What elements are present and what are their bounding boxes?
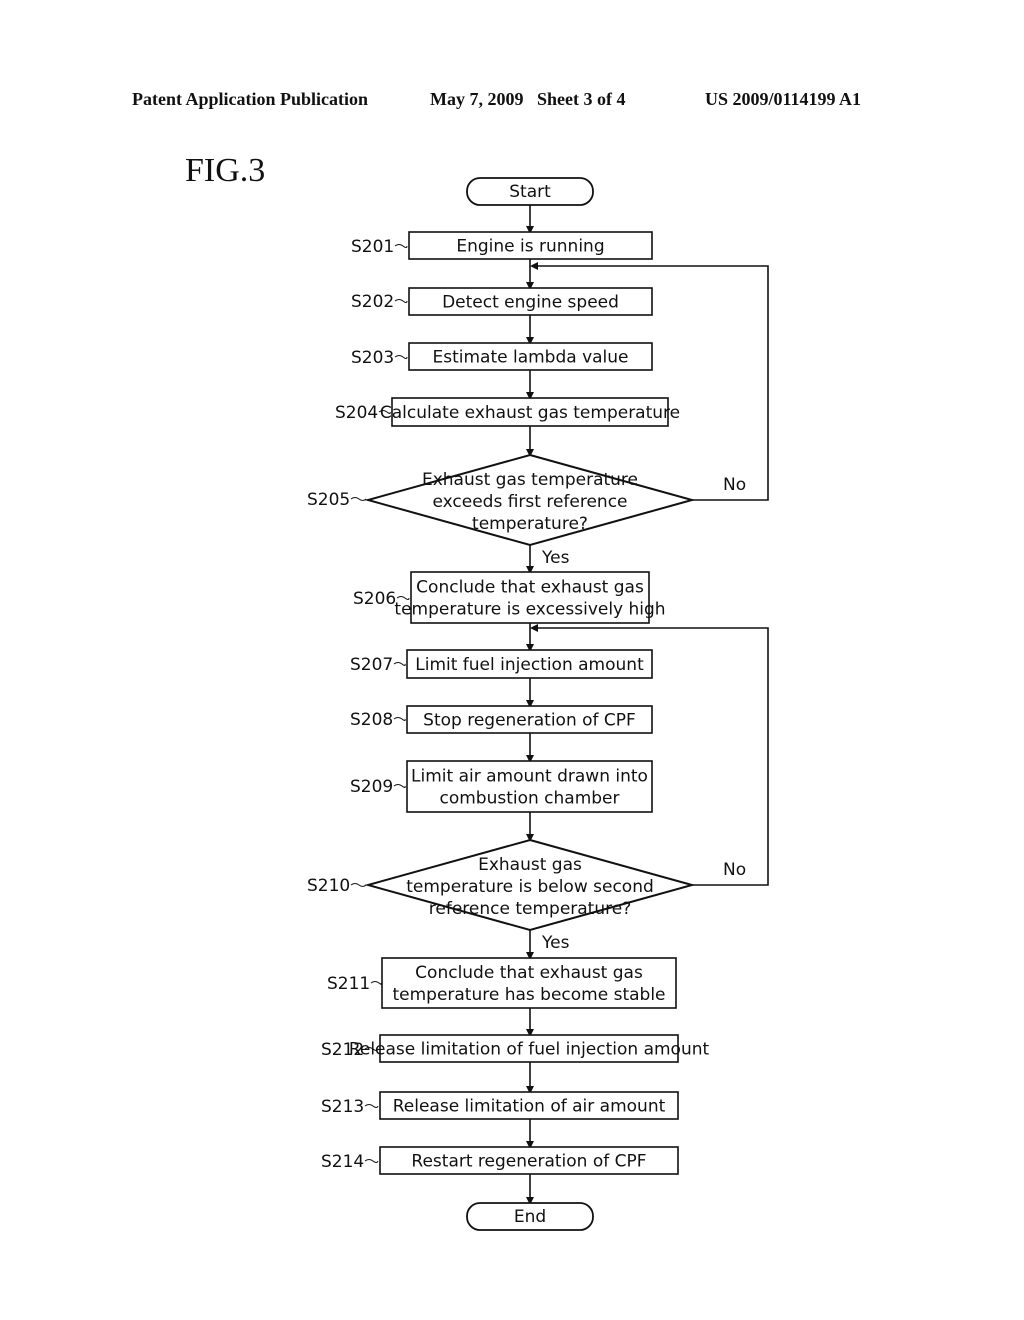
process-text: temperature is excessively high: [394, 600, 665, 620]
leader-line: [350, 497, 367, 501]
process-text: Calculate exhaust gas temperature: [380, 403, 680, 423]
step-id-label: S209: [350, 777, 393, 797]
flowchart: Start Engine is running S201 Detect engine …: [307, 177, 769, 1231]
no-label: No: [723, 860, 746, 880]
start-terminal-label: Start: [509, 182, 551, 202]
process-text: Conclude that exhaust gas: [416, 578, 644, 598]
process-text: combustion chamber: [439, 789, 619, 809]
decision-text: Exhaust gas: [478, 855, 582, 875]
leader-line: [394, 244, 408, 248]
leader-line: [393, 717, 406, 721]
step-id-label: S202: [351, 292, 394, 312]
leader-line: [394, 355, 408, 359]
step-id-label: S207: [350, 655, 393, 675]
decision-text: Exhaust gas temperature: [422, 470, 638, 490]
step-id-label: S211: [327, 974, 370, 994]
process-text: Engine is running: [456, 237, 604, 257]
step-id-label: S204: [335, 403, 378, 423]
step-id-label: S210: [307, 876, 350, 896]
process-text: Estimate lambda value: [432, 348, 628, 368]
leader-line: [393, 784, 406, 788]
step-id-label: S203: [351, 348, 394, 368]
process-text: Limit air amount drawn into: [411, 767, 648, 787]
yes-label: Yes: [541, 548, 570, 568]
step-id-label: S206: [353, 589, 396, 609]
decision-text: temperature is below second: [406, 877, 654, 897]
decision-text: exceeds first reference: [432, 492, 627, 512]
leader-line: [364, 1104, 379, 1108]
process-text: Conclude that exhaust gas: [415, 963, 643, 983]
yes-label: Yes: [541, 933, 570, 953]
leader-line: [393, 662, 406, 666]
process-text: Release limitation of fuel injection amo…: [349, 1040, 710, 1060]
leader-line: [364, 1159, 379, 1163]
process-text: temperature has become stable: [392, 985, 665, 1005]
step-id-label: S205: [307, 490, 350, 510]
leader-line: [394, 299, 408, 303]
no-label: No: [723, 475, 746, 495]
step-id-label: S212: [321, 1040, 364, 1060]
end-terminal-label: End: [514, 1207, 546, 1227]
process-text: Limit fuel injection amount: [415, 655, 644, 675]
step-id-label: S201: [351, 237, 394, 257]
leader-line: [350, 883, 367, 887]
step-id-label: S208: [350, 710, 393, 730]
leader-line: [370, 981, 383, 985]
process-text: Detect engine speed: [442, 293, 619, 313]
decision-text: reference temperature?: [429, 899, 631, 919]
process-text: Stop regeneration of CPF: [423, 711, 636, 731]
process-text: Restart regeneration of CPF: [411, 1152, 646, 1172]
step-id-label: S213: [321, 1097, 364, 1117]
process-text: Release limitation of air amount: [393, 1097, 666, 1117]
step-id-label: S214: [321, 1152, 364, 1172]
decision-text: temperature?: [472, 514, 588, 534]
